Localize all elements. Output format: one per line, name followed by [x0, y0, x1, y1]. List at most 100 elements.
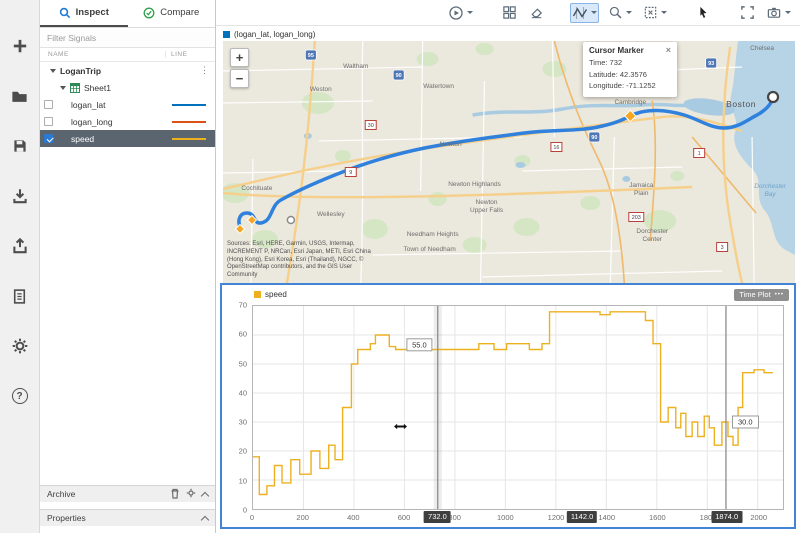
x-tick-label: 0: [249, 513, 255, 522]
save-button[interactable]: [7, 134, 33, 158]
svg-text:3: 3: [721, 245, 724, 251]
dropdown-caret-icon: [591, 11, 597, 14]
y-tick-label: 50: [238, 359, 247, 369]
interstate-shield: 90: [392, 69, 405, 81]
gear-icon: [12, 338, 27, 354]
close-icon[interactable]: ×: [666, 46, 671, 55]
properties-bar[interactable]: Properties: [40, 509, 215, 526]
signal-sidebar: Inspect Compare NAME LINE LoganTrip ⋮ Sh…: [40, 0, 216, 533]
zoom-in-button[interactable]: +: [230, 48, 249, 67]
archive-label: Archive: [47, 489, 76, 499]
data-cursors-button[interactable]: [570, 2, 599, 23]
tree-group-logantrip[interactable]: LoganTrip ⋮: [40, 62, 215, 79]
sidebar-gap: [40, 526, 215, 533]
interstate-shield: 95: [304, 49, 317, 61]
town-label: Town of Needham: [404, 246, 456, 253]
svg-text:95: 95: [308, 53, 314, 59]
filter-signals-input[interactable]: [40, 29, 215, 47]
y-tick-label: 40: [238, 388, 247, 398]
archive-settings-icon[interactable]: [186, 488, 196, 500]
state-shield: 9: [344, 167, 357, 177]
tooltip-longitude: Longitude: -71.1252: [589, 81, 656, 91]
new-button[interactable]: [7, 34, 33, 58]
state-shield: 203: [628, 212, 645, 222]
map-attribution: Sources: Esri, HERE, Garmin, USGS, Inter…: [227, 241, 371, 279]
town-label: Newton: [440, 141, 462, 148]
snapshot-button[interactable]: [764, 3, 793, 23]
town-label: Weston: [310, 86, 332, 93]
fit-to-view-button[interactable]: [641, 3, 669, 23]
dropdown-caret-icon: [626, 11, 632, 14]
line-sample: [172, 120, 206, 123]
record-button[interactable]: [446, 3, 475, 23]
plot-type-badge[interactable]: Time Plot •••: [734, 289, 789, 301]
zoom-out-button[interactable]: −: [230, 69, 249, 88]
svg-text:9: 9: [349, 170, 352, 176]
tree-sheet1[interactable]: Sheet1: [40, 79, 215, 96]
cursor-time-badge-2[interactable]: 1874.0: [711, 511, 743, 523]
report-button[interactable]: [7, 284, 33, 308]
svg-text:93: 93: [708, 61, 714, 67]
fullscreen-button[interactable]: [737, 3, 757, 23]
time-plot-panel[interactable]: speed Time Plot ••• 0 10 20 30 40 50 60 70 55.0…: [220, 283, 796, 529]
settings-button[interactable]: [7, 334, 33, 358]
map-legend: (logan_lat, logan_long): [223, 28, 795, 40]
clear-plots-button[interactable]: [526, 3, 546, 23]
tab-compare[interactable]: Compare: [128, 0, 216, 27]
open-button[interactable]: [7, 84, 33, 108]
export-icon: [12, 237, 27, 254]
plot-menu-icon[interactable]: •••: [775, 292, 784, 298]
kebab-menu-icon[interactable]: ⋮: [200, 65, 215, 76]
archive-bar[interactable]: Archive: [40, 485, 215, 502]
state-shield: 30: [364, 120, 377, 130]
help-button[interactable]: ?: [7, 384, 33, 408]
end-marker[interactable]: [766, 90, 780, 104]
svg-text:203: 203: [632, 215, 641, 221]
town-label: Watertown: [423, 83, 454, 90]
cursor-time-badge-1[interactable]: 732.0: [424, 511, 451, 523]
import-button[interactable]: [7, 184, 33, 208]
folder-icon: [12, 91, 27, 102]
state-shield: 1: [693, 148, 706, 158]
line-sample: [172, 137, 206, 140]
water-label: Bay: [764, 191, 776, 198]
signal-row-logan-long[interactable]: logan_long: [40, 113, 215, 130]
plot-area[interactable]: 55.0 30.0: [252, 305, 784, 510]
map-zoom-controls: + −: [230, 48, 249, 88]
magnifier-icon: [609, 6, 622, 19]
cursor-value-label-2: 30.0: [731, 415, 759, 429]
checkbox-logan-long[interactable]: [44, 117, 53, 126]
checkbox-logan-lat[interactable]: [44, 100, 53, 109]
map-canvas[interactable]: 95 90 90 93 30 9 16 1 203 3 Chelsea Waltham Weston W…: [223, 41, 795, 283]
camera-icon: [767, 7, 781, 18]
zoom-button[interactable]: [606, 3, 634, 23]
series-speed: [253, 312, 773, 495]
expander-icon[interactable]: [60, 85, 66, 90]
tab-inspect[interactable]: Inspect: [40, 0, 128, 27]
map-legend-swatch: [223, 30, 230, 38]
x-tick-label: 1000: [496, 513, 514, 522]
sheet-icon: [70, 82, 80, 93]
tab-compare-label: Compare: [160, 7, 200, 18]
collapse-chevron-icon[interactable]: [200, 491, 210, 500]
pointer-button[interactable]: [693, 3, 713, 23]
expander-icon[interactable]: [50, 68, 56, 73]
sidebar-tabs: Inspect Compare: [40, 0, 215, 28]
trash-icon[interactable]: [170, 488, 180, 501]
signal-row-logan-lat[interactable]: logan_lat: [40, 96, 215, 113]
interstate-shield: 93: [705, 57, 718, 69]
town-label: Jamaica: [629, 182, 654, 189]
town-label: Boston: [726, 99, 756, 109]
export-button[interactable]: [7, 234, 33, 258]
tooltip-latitude: Latitude: 42.3576: [589, 69, 647, 79]
report-icon: [13, 288, 26, 304]
pointer-arrow-icon: [700, 6, 707, 18]
checkbox-speed[interactable]: [44, 134, 53, 143]
layout-button[interactable]: [499, 3, 519, 23]
map-panel: (logan_lat, logan_long) 95 90 90 93 30 9…: [216, 26, 800, 283]
waypoint-marker[interactable]: [286, 215, 296, 225]
properties-label: Properties: [47, 513, 86, 523]
main-toolbar: [216, 0, 800, 26]
signal-row-speed[interactable]: speed: [40, 130, 215, 147]
collapse-chevron-icon[interactable]: [200, 515, 210, 524]
